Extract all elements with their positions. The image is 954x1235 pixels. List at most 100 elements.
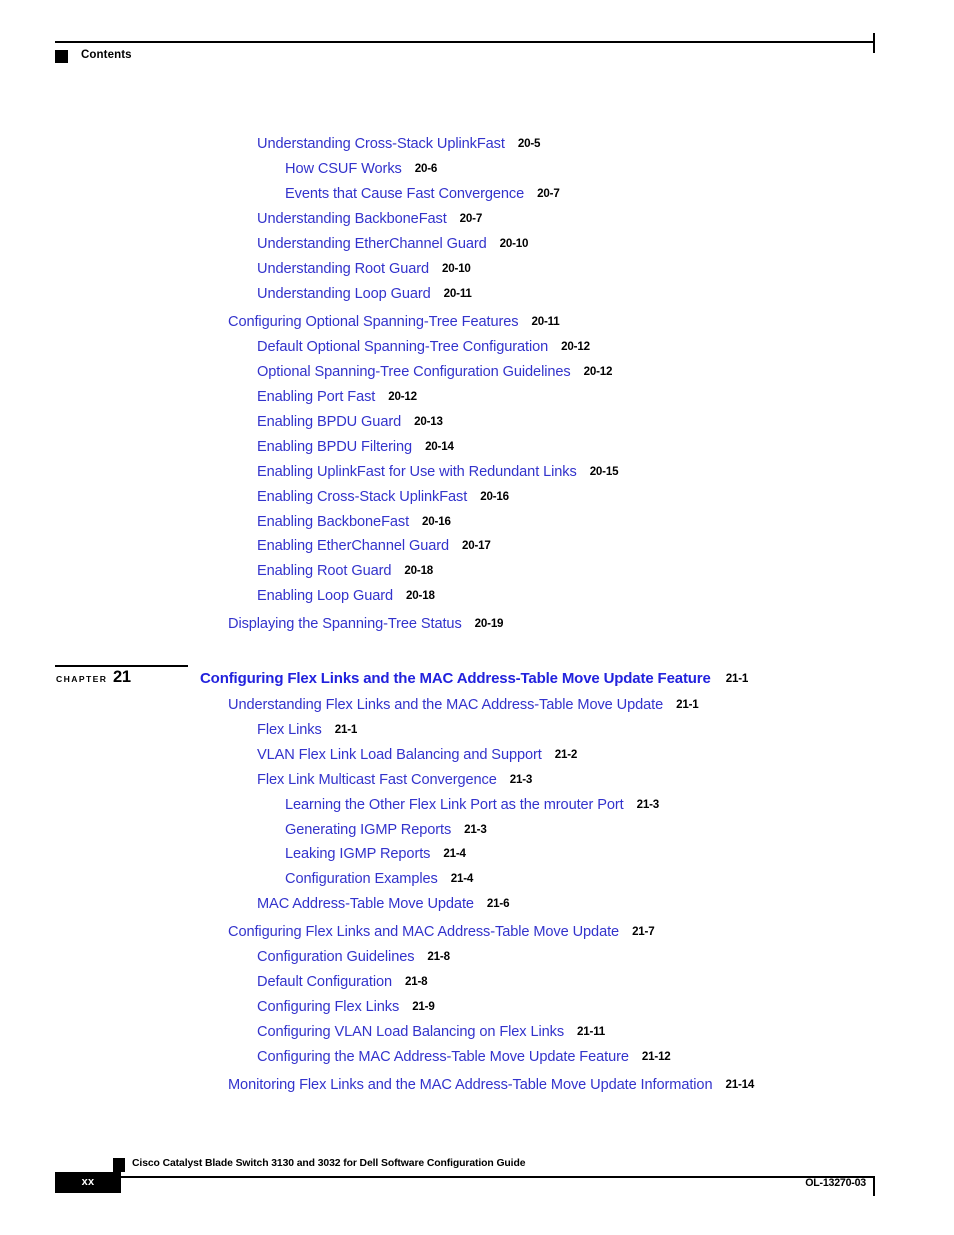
toc-entry-title: Events that Cause Fast Convergence xyxy=(285,186,525,202)
toc-entry[interactable]: Understanding Root Guard 20-10 xyxy=(257,261,471,277)
toc-entry-title: Configuring Flex Links and MAC Address-T… xyxy=(228,924,620,940)
toc-entry[interactable]: Understanding EtherChannel Guard 20-10 xyxy=(257,236,528,252)
toc-entry-title: MAC Address-Table Move Update xyxy=(257,896,474,912)
chapter-rule xyxy=(55,665,188,667)
footer-rule-end-tick xyxy=(873,1176,875,1196)
toc-entry[interactable]: Configuring Flex Links 21-9 xyxy=(257,999,435,1015)
toc-entry-page: 20-5 xyxy=(517,137,541,150)
toc-entry[interactable]: Generating IGMP Reports 21-3 xyxy=(285,822,487,838)
toc-entry-title: Enabling EtherChannel Guard xyxy=(257,538,450,554)
footer-guide-title: Cisco Catalyst Blade Switch 3130 and 303… xyxy=(132,1158,526,1169)
toc-entry-page: 20-10 xyxy=(442,262,471,275)
toc-entry[interactable]: Enabling BackboneFast 20-16 xyxy=(257,514,451,530)
toc-entry[interactable]: Understanding Cross-Stack UplinkFast 20-5 xyxy=(257,136,540,152)
toc-entry-title: Understanding Loop Guard xyxy=(257,286,431,302)
toc-entry-title: Configuration Examples xyxy=(285,871,438,887)
toc-entry[interactable]: Enabling BPDU Filtering 20-14 xyxy=(257,439,454,455)
toc-entry-title: Understanding EtherChannel Guard xyxy=(257,236,487,252)
toc-entry[interactable]: Enabling EtherChannel Guard 20-17 xyxy=(257,538,491,554)
toc-entry-page: 20-13 xyxy=(414,415,443,428)
toc-entry[interactable]: VLAN Flex Link Load Balancing and Suppor… xyxy=(257,747,577,763)
toc-entry-title: Understanding BackboneFast xyxy=(257,211,447,227)
toc-entry-page: 21-1 xyxy=(334,723,358,736)
toc-entry-title: Flex Link Multicast Fast Convergence xyxy=(257,772,497,788)
toc-entry-title: Enabling UplinkFast for Use with Redunda… xyxy=(257,464,577,480)
toc-entry[interactable]: Displaying the Spanning-Tree Status 20-19 xyxy=(228,616,504,632)
toc-entry-title: Monitoring Flex Links and the MAC Addres… xyxy=(228,1077,713,1093)
toc-entry-page: 21-3 xyxy=(464,823,487,836)
toc-entry[interactable]: Configuration Guidelines 21-8 xyxy=(257,949,450,965)
toc-entry[interactable]: Optional Spanning-Tree Configuration Gui… xyxy=(257,364,612,380)
toc-entry[interactable]: Default Configuration 21-8 xyxy=(257,974,428,990)
footer-document-id: OL-13270-03 xyxy=(805,1177,866,1189)
toc-entry-title: Configuring the MAC Address-Table Move U… xyxy=(257,1049,629,1065)
toc-entry[interactable]: Learning the Other Flex Link Port as the… xyxy=(285,797,659,813)
toc-entry-page: 20-18 xyxy=(406,589,435,602)
toc-entry-page: 20-7 xyxy=(537,187,560,200)
toc-entry-title: VLAN Flex Link Load Balancing and Suppor… xyxy=(257,747,542,763)
toc-entry[interactable]: Enabling BPDU Guard 20-13 xyxy=(257,414,443,430)
toc-entry[interactable]: Enabling UplinkFast for Use with Redunda… xyxy=(257,464,619,480)
toc-entry[interactable]: Default Optional Spanning-Tree Configura… xyxy=(257,339,590,355)
toc-entry[interactable]: Enabling Cross-Stack UplinkFast 20-16 xyxy=(257,489,509,505)
toc-entry-title: Leaking IGMP Reports xyxy=(285,846,431,862)
toc-entry[interactable]: How CSUF Works 20-6 xyxy=(285,161,437,177)
toc-entry-title: Enabling Port Fast xyxy=(257,389,376,405)
toc-entry[interactable]: Understanding BackboneFast 20-7 xyxy=(257,211,482,227)
toc-entry-page: 21-7 xyxy=(632,925,655,938)
toc-entry[interactable]: MAC Address-Table Move Update 21-6 xyxy=(257,896,510,912)
toc-entry-page: 20-16 xyxy=(422,515,451,528)
toc-entry-title: Enabling Root Guard xyxy=(257,563,392,579)
toc-entry[interactable]: Enabling Port Fast 20-12 xyxy=(257,389,417,405)
toc-entry[interactable]: Configuring Flex Links and MAC Address-T… xyxy=(228,924,655,940)
toc-entry[interactable]: Events that Cause Fast Convergence 20-7 xyxy=(285,186,560,202)
toc-entry[interactable]: Configuring the MAC Address-Table Move U… xyxy=(257,1049,671,1065)
toc-entry[interactable]: Flex Link Multicast Fast Convergence 21-3 xyxy=(257,772,532,788)
toc-entry-page: 21-3 xyxy=(636,798,660,811)
toc-entry-title: Understanding Cross-Stack UplinkFast xyxy=(257,136,505,152)
toc-entry[interactable]: Enabling Root Guard 20-18 xyxy=(257,563,433,579)
toc-entry[interactable]: Configuring VLAN Load Balancing on Flex … xyxy=(257,1024,605,1040)
toc-entry-title: Understanding Root Guard xyxy=(257,261,430,277)
toc-entry[interactable]: Monitoring Flex Links and the MAC Addres… xyxy=(228,1077,754,1093)
toc-entry-page: 20-7 xyxy=(459,212,483,225)
chapter-title-page: 21-1 xyxy=(725,672,749,685)
toc-entry-page: 21-9 xyxy=(412,1000,435,1013)
toc-entry[interactable]: Understanding Flex Links and the MAC Add… xyxy=(228,697,699,713)
toc-entry-title: Default Configuration xyxy=(257,974,393,990)
toc-entry-title: Enabling BPDU Filtering xyxy=(257,439,413,455)
toc-entry-title: Enabling Loop Guard xyxy=(257,588,394,604)
toc-entry-page: 21-2 xyxy=(554,748,578,761)
toc-entry-title: How CSUF Works xyxy=(285,161,402,177)
toc-entry-title: Displaying the Spanning-Tree Status xyxy=(228,616,462,632)
footer-bullet-square-icon xyxy=(113,1158,125,1172)
toc-entry-title: Enabling Cross-Stack UplinkFast xyxy=(257,489,468,505)
toc-entry[interactable]: Enabling Loop Guard 20-18 xyxy=(257,588,435,604)
toc-entry-page: 21-6 xyxy=(486,897,510,910)
chapter-title-text: Configuring Flex Links and the MAC Addre… xyxy=(200,670,711,687)
toc-entry-page: 21-4 xyxy=(450,872,474,885)
toc-entry[interactable]: Configuring Optional Spanning-Tree Featu… xyxy=(228,314,560,330)
chapter-title-entry[interactable]: Configuring Flex Links and the MAC Addre… xyxy=(200,670,748,688)
toc-entry[interactable]: Leaking IGMP Reports 21-4 xyxy=(285,846,466,862)
toc-entry-page: 20-12 xyxy=(583,365,613,378)
toc-entry-title: Generating IGMP Reports xyxy=(285,822,452,838)
chapter-number: 21 xyxy=(113,668,131,686)
toc-entry-title: Enabling BPDU Guard xyxy=(257,414,402,430)
toc-entry-page: 20-19 xyxy=(474,617,504,630)
header-label: Contents xyxy=(81,49,132,61)
toc-entry[interactable]: Configuration Examples 21-4 xyxy=(285,871,473,887)
toc-entry-page: 20-12 xyxy=(561,340,590,353)
toc-entry-page: 21-11 xyxy=(577,1025,606,1038)
toc-entry[interactable]: Flex Links 21-1 xyxy=(257,722,357,738)
toc-entry-page: 21-1 xyxy=(676,698,699,711)
toc-entry[interactable]: Understanding Loop Guard 20-11 xyxy=(257,286,472,302)
header-rule-end-tick xyxy=(873,33,875,53)
toc-entry-page: 21-8 xyxy=(405,975,428,988)
toc-entry-page: 20-16 xyxy=(480,490,509,503)
toc-entry-title: Configuration Guidelines xyxy=(257,949,415,965)
toc-entry-page: 21-12 xyxy=(641,1050,671,1063)
toc-entry-page: 20-12 xyxy=(388,390,417,403)
toc-entry-title: Default Optional Spanning-Tree Configura… xyxy=(257,339,549,355)
toc-entry-page: 20-6 xyxy=(414,162,438,175)
